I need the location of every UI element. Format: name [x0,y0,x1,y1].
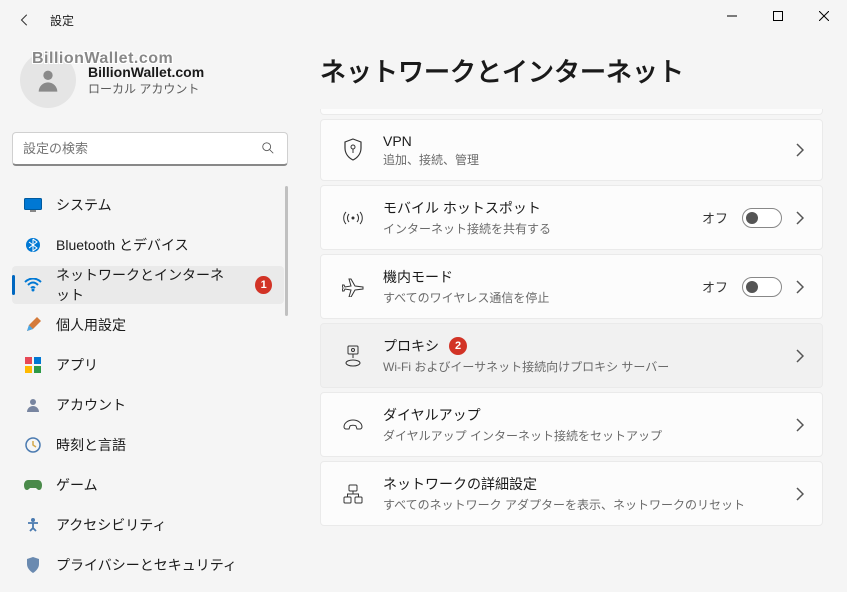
annotation-badge-2: 2 [449,337,467,355]
profile-name: BillionWallet.com [88,64,204,80]
window-controls [709,0,847,32]
sidebar-item-label: 個人用設定 [56,315,126,335]
card-sub: Wi-Fi およびイーサネット接続向けプロキシ サーバー [383,358,796,375]
card-advanced-network[interactable]: ネットワークの詳細設定 すべてのネットワーク アダプターを表示、ネットワークのリ… [320,461,823,526]
sidebar-item-time-language[interactable]: 時刻と言語 [12,426,284,464]
sidebar-item-label: ゲーム [56,475,98,495]
sidebar-item-label: Bluetooth とデバイス [56,235,189,255]
airplane-icon [339,277,367,297]
card-title-text: プロキシ [383,336,439,356]
card-sub: すべてのワイヤレス通信を停止 [383,289,702,306]
sidebar: BillionWallet.com BillionWallet.com ローカル… [0,40,300,592]
sidebar-item-label: プライバシーとセキュリティ [56,555,237,575]
sidebar-item-label: システム [56,195,112,215]
card-vpn[interactable]: VPN 追加、接続、管理 [320,119,823,181]
sidebar-item-apps[interactable]: アプリ [12,346,284,384]
hotspot-toggle[interactable] [742,208,782,228]
privacy-icon [24,556,42,574]
sidebar-item-accessibility[interactable]: アクセシビリティ [12,506,284,544]
network-icon [24,276,42,294]
sidebar-item-label: 時刻と言語 [56,435,126,455]
bluetooth-icon [24,236,42,254]
card-dialup[interactable]: ダイヤルアップ ダイヤルアップ インターネット接続をセットアップ [320,392,823,457]
page-title: ネットワークとインターネット [320,52,823,89]
dialup-icon [339,417,367,433]
card-title: ダイヤルアップ [383,405,796,425]
card-proxy[interactable]: プロキシ 2 Wi-Fi およびイーサネット接続向けプロキシ サーバー [320,323,823,388]
apps-icon [24,356,42,374]
accounts-icon [24,396,42,414]
back-button[interactable] [10,13,40,27]
sidebar-item-label: アカウント [56,395,126,415]
nav: システム Bluetooth とデバイス ネットワークとインターネット 1 個人… [12,186,288,592]
card-title: ネットワークの詳細設定 [383,474,796,494]
chevron-right-icon [796,349,804,363]
hotspot-icon [339,209,367,227]
sidebar-item-system[interactable]: システム [12,186,284,224]
card-sub: ダイヤルアップ インターネット接続をセットアップ [383,427,796,444]
sidebar-item-label: アクセシビリティ [56,515,166,535]
vpn-icon [339,138,367,162]
card-hotspot[interactable]: モバイル ホットスポット インターネット接続を共有する オフ [320,185,823,250]
window-title: 設定 [50,12,74,29]
personalization-icon [24,316,42,334]
advanced-network-icon [339,484,367,504]
chevron-right-icon [796,418,804,432]
annotation-badge-1: 1 [255,276,272,294]
sidebar-item-personalization[interactable]: 個人用設定 [12,306,284,344]
maximize-button[interactable] [755,0,801,32]
titlebar: 設定 [0,0,847,40]
card-sub: 追加、接続、管理 [383,151,796,168]
card-sub: すべてのネットワーク アダプターを表示、ネットワークのリセット [383,496,796,513]
sidebar-item-label: アプリ [56,355,98,375]
card-title: モバイル ホットスポット [383,198,702,218]
airplane-toggle[interactable] [742,277,782,297]
sidebar-item-privacy[interactable]: プライバシーとセキュリティ [12,546,284,584]
sidebar-item-network[interactable]: ネットワークとインターネット 1 [12,266,284,304]
main-content: ネットワークとインターネット VPN 追加、接続、管理 モバイル ホットスポット… [300,40,847,592]
avatar [20,52,76,108]
sidebar-item-accounts[interactable]: アカウント [12,386,284,424]
chevron-right-icon [796,143,804,157]
sidebar-item-bluetooth[interactable]: Bluetooth とデバイス [12,226,284,264]
card-sub: インターネット接続を共有する [383,220,702,237]
card-partial-top[interactable] [320,109,823,115]
card-title: 機内モード [383,267,702,287]
card-title: VPN [383,133,796,149]
profile-section[interactable]: BillionWallet.com BillionWallet.com ローカル… [12,40,288,120]
nav-scrollbar[interactable] [285,186,288,316]
card-title: プロキシ 2 [383,336,796,356]
system-icon [24,196,42,214]
toggle-label: オフ [702,277,728,296]
accessibility-icon [24,516,42,534]
search-input[interactable] [23,141,261,156]
time-icon [24,436,42,454]
profile-sub: ローカル アカウント [88,80,204,97]
search-icon [261,141,277,157]
sidebar-item-label: ネットワークとインターネット [56,265,237,305]
search-input-container[interactable] [12,132,288,166]
chevron-right-icon [796,280,804,294]
proxy-icon [339,345,367,367]
close-button[interactable] [801,0,847,32]
toggle-label: オフ [702,208,728,227]
chevron-right-icon [796,487,804,501]
gaming-icon [24,476,42,494]
chevron-right-icon [796,211,804,225]
minimize-button[interactable] [709,0,755,32]
card-airplane[interactable]: 機内モード すべてのワイヤレス通信を停止 オフ [320,254,823,319]
sidebar-item-gaming[interactable]: ゲーム [12,466,284,504]
